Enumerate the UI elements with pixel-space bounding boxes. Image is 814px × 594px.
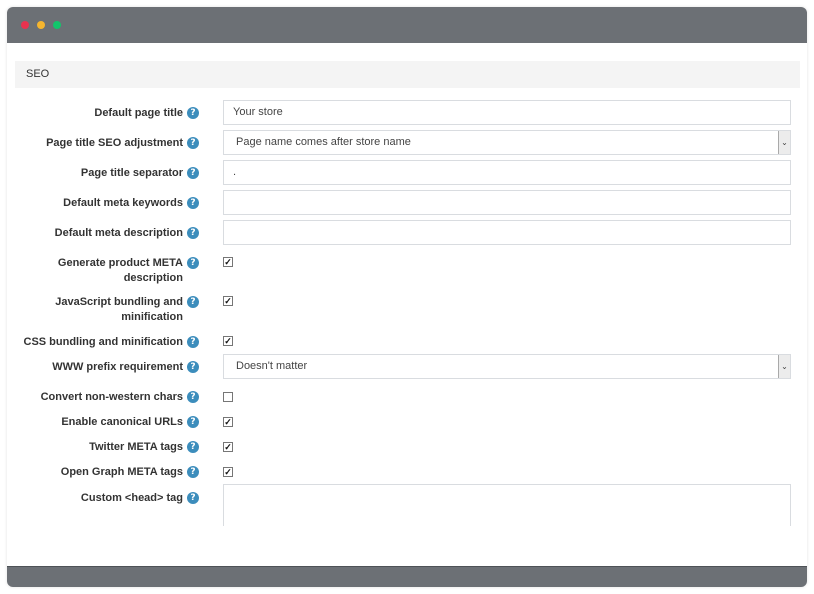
default-meta-description-input[interactable] [223,220,791,245]
help-icon[interactable]: ? [187,441,199,453]
minimize-window-button[interactable] [37,21,45,29]
help-icon[interactable]: ? [187,197,199,209]
convert-non-western-chars-label: Convert non-western chars [40,391,183,403]
js-bundling-checkbox[interactable]: ✓ [223,296,233,306]
help-icon[interactable]: ? [187,492,199,504]
close-window-button[interactable] [21,21,29,29]
default-page-title-label: Default page title [94,107,183,119]
help-icon[interactable]: ? [187,137,199,149]
help-icon[interactable]: ? [187,361,199,373]
default-meta-description-label: Default meta description [54,227,183,239]
default-meta-keywords-label: Default meta keywords [63,197,183,209]
selected-value: Page name comes after store name [236,136,411,148]
help-icon[interactable]: ? [187,227,199,239]
generate-product-meta-description-checkbox[interactable]: ✓ [223,257,233,267]
chevron-down-icon[interactable]: ⌄ [778,131,790,154]
enable-canonical-urls-checkbox[interactable]: ✓ [223,417,233,427]
help-icon[interactable]: ? [187,296,199,308]
twitter-meta-tags-checkbox[interactable]: ✓ [223,442,233,452]
seo-section-header[interactable]: SEO [15,61,800,88]
window-footer-bar [7,566,807,587]
www-prefix-requirement-label: WWW prefix requirement [52,361,183,373]
css-bundling-checkbox[interactable]: ✓ [223,336,233,346]
browser-window: SEO Default page title ? Your store Page… [7,7,807,587]
maximize-window-button[interactable] [53,21,61,29]
help-icon[interactable]: ? [187,336,199,348]
window-titlebar [7,7,807,43]
selected-value: Doesn't matter [236,360,308,372]
default-meta-keywords-input[interactable] [223,190,791,215]
page-title-seo-adjustment-label: Page title SEO adjustment [46,137,183,149]
js-bundling-label: JavaScript bundling and minification [55,296,183,323]
www-prefix-requirement-select[interactable]: Doesn't matter ⌄ [223,354,791,379]
help-icon[interactable]: ? [187,391,199,403]
help-icon[interactable]: ? [187,107,199,119]
chevron-down-icon[interactable]: ⌄ [778,355,790,378]
page-title-seo-adjustment-select[interactable]: Page name comes after store name ⌄ [223,130,791,155]
enable-canonical-urls-label: Enable canonical URLs [61,416,183,428]
help-icon[interactable]: ? [187,257,199,269]
page-title-separator-label: Page title separator [80,167,183,179]
page-title-separator-input[interactable]: . [223,160,791,185]
css-bundling-label: CSS bundling and minification [23,336,184,348]
twitter-meta-tags-label: Twitter META tags [89,441,183,453]
custom-head-tag-textarea[interactable] [223,484,791,526]
default-page-title-input[interactable]: Your store [223,100,791,125]
custom-head-tag-label: Custom <head> tag [80,492,183,504]
help-icon[interactable]: ? [187,167,199,179]
help-icon[interactable]: ? [187,416,199,428]
open-graph-meta-tags-checkbox[interactable]: ✓ [223,467,233,477]
help-icon[interactable]: ? [187,466,199,478]
open-graph-meta-tags-label: Open Graph META tags [60,466,183,478]
generate-product-meta-description-label: Generate product META description [57,257,183,284]
convert-non-western-chars-checkbox[interactable] [223,392,233,402]
